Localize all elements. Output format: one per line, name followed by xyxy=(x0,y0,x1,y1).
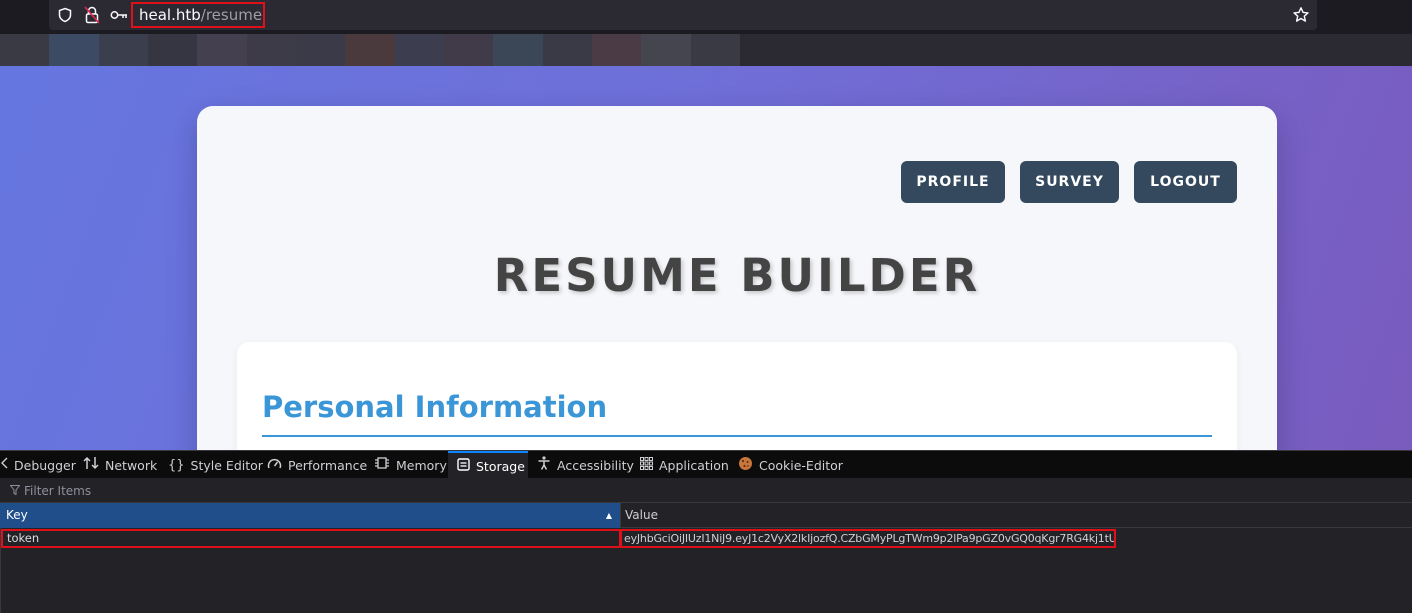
star-icon[interactable] xyxy=(1291,5,1311,25)
devtools-tab-bar: Debugger Network {} Style Editor Perform… xyxy=(0,450,1412,479)
cell-key[interactable]: token xyxy=(1,529,621,548)
lock-warning-icon[interactable] xyxy=(82,5,102,25)
debugger-icon xyxy=(0,457,8,473)
tab-memory[interactable]: Memory xyxy=(374,451,447,479)
main-card: PROFILE SURVEY LOGOUT RESUME BUILDER Per… xyxy=(197,106,1277,450)
column-header-key-label: Key xyxy=(6,508,28,522)
page-title: RESUME BUILDER xyxy=(493,249,981,302)
devtools-panel: Debugger Network {} Style Editor Perform… xyxy=(0,450,1412,613)
column-header-value[interactable]: Value xyxy=(620,503,1412,528)
column-header-key[interactable]: Key ▲ xyxy=(0,503,620,528)
tab-label: Style Editor xyxy=(190,457,263,473)
tab-storage[interactable]: Storage xyxy=(448,451,528,479)
accessibility-icon xyxy=(537,456,551,474)
filter-icon xyxy=(9,484,21,498)
tab-label: Cookie-Editor xyxy=(759,457,843,473)
performance-icon xyxy=(267,457,282,474)
sort-ascending-icon: ▲ xyxy=(605,511,612,520)
page-viewport: PROFILE SURVEY LOGOUT RESUME BUILDER Per… xyxy=(0,66,1412,450)
url-path: /resume xyxy=(200,6,263,24)
url-text[interactable]: heal.htb/resume xyxy=(131,2,265,28)
blurred-bookmarks xyxy=(0,34,740,66)
section-divider xyxy=(262,435,1212,437)
bookmarks-toolbar xyxy=(0,34,1412,66)
personal-info-section: Personal Information xyxy=(237,342,1237,450)
tab-label: Debugger xyxy=(14,457,76,473)
profile-button[interactable]: PROFILE xyxy=(901,161,1005,203)
storage-icon xyxy=(457,457,470,475)
filter-bar: Filter Items xyxy=(0,478,1412,503)
tab-label: Application xyxy=(659,457,729,473)
table-row[interactable]: token eyJhbGciOiJIUzI1NiJ9.eyJ1c2VyX2lkI… xyxy=(0,529,1412,548)
cell-value[interactable]: eyJhbGciOiJIUzI1NiJ9.eyJ1c2VyX2lkIjozfQ.… xyxy=(620,529,1116,548)
url-bar[interactable]: heal.htb/resume xyxy=(49,0,1317,30)
filter-placeholder: Filter Items xyxy=(24,484,92,498)
key-icon[interactable] xyxy=(109,5,129,25)
style-editor-icon: {} xyxy=(168,457,185,473)
tab-cookie-editor[interactable]: Cookie-Editor xyxy=(738,451,843,479)
column-header-value-label: Value xyxy=(625,508,658,522)
tab-performance[interactable]: Performance xyxy=(267,451,367,479)
tab-label: Performance xyxy=(288,457,368,473)
storage-table-header: Key ▲ Value xyxy=(0,503,1412,528)
tab-label: Storage xyxy=(476,458,525,474)
url-host: heal.htb xyxy=(139,6,201,24)
logout-button[interactable]: LOGOUT xyxy=(1134,161,1237,203)
tab-label: Memory xyxy=(396,457,447,473)
section-heading: Personal Information xyxy=(262,390,608,424)
tab-network[interactable]: Network xyxy=(83,451,157,479)
memory-icon xyxy=(374,456,390,474)
tab-accessibility[interactable]: Accessibility xyxy=(537,451,634,479)
tab-style-editor[interactable]: {} Style Editor xyxy=(168,451,263,479)
application-icon xyxy=(640,456,653,474)
tab-application[interactable]: Application xyxy=(640,451,729,479)
filter-items-input[interactable]: Filter Items xyxy=(9,483,92,499)
tab-label: Accessibility xyxy=(557,457,634,473)
cookie-icon xyxy=(738,456,753,475)
shield-icon[interactable] xyxy=(55,5,75,25)
survey-button[interactable]: SURVEY xyxy=(1020,161,1119,203)
network-icon xyxy=(83,456,99,474)
browser-toolbar: heal.htb/resume xyxy=(0,0,1412,34)
tab-debugger[interactable]: Debugger xyxy=(0,451,76,479)
tab-label: Network xyxy=(105,457,158,473)
